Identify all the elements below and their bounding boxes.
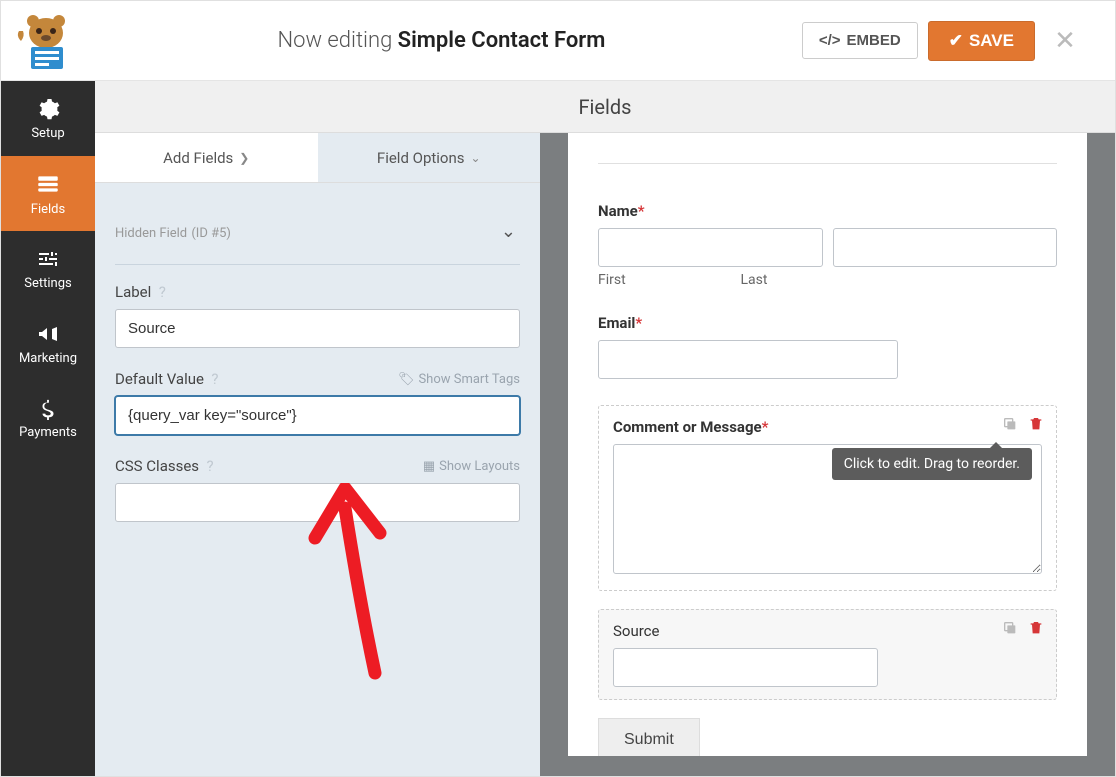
preview-field-source[interactable]: Source (598, 609, 1057, 700)
field-heading[interactable]: Hidden Field (ID #5) ⌄ (115, 203, 520, 265)
tab-add-fields[interactable]: Add Fields❯ (95, 133, 318, 182)
tag-icon: 🏷 (398, 372, 415, 387)
sidebar-item-label: Settings (24, 276, 71, 291)
embed-button[interactable]: </> EMBED (802, 22, 918, 59)
chevron-down-icon: ⌄ (471, 151, 481, 165)
sidebar-item-setup[interactable]: Setup (1, 81, 95, 156)
sidebar-item-label: Payments (19, 425, 77, 440)
preview-field-comment[interactable]: Comment or Message* Click to edit. Drag … (598, 405, 1057, 591)
form-icon (35, 171, 61, 197)
first-sublabel: First (598, 272, 731, 288)
tab-field-options[interactable]: Field Options⌄ (318, 133, 541, 182)
last-sublabel: Last (741, 272, 874, 288)
help-icon[interactable]: ? (207, 457, 214, 475)
preview-field-email[interactable]: Email* (598, 314, 1057, 379)
default-value-label: Default Value (115, 370, 204, 388)
chevron-down-icon: ⌄ (501, 221, 516, 242)
trash-icon[interactable] (1028, 416, 1044, 432)
checkmark-icon: ✔ (949, 31, 963, 51)
panel-title: Fields (95, 81, 1115, 133)
help-icon[interactable]: ? (159, 283, 166, 301)
sidebar-item-label: Fields (31, 202, 65, 217)
email-input[interactable] (598, 340, 898, 379)
css-classes-input[interactable] (115, 483, 520, 522)
show-layouts-link[interactable]: ▦ Show Layouts (423, 457, 520, 475)
editing-title: Now editing Simple Contact Form (81, 28, 802, 53)
show-smart-tags-link[interactable]: 🏷 Show Smart Tags (398, 370, 520, 388)
code-icon: </> (819, 32, 841, 49)
top-bar: Now editing Simple Contact Form </> EMBE… (1, 1, 1115, 81)
save-button[interactable]: ✔ SAVE (928, 21, 1035, 61)
dollar-icon (37, 398, 59, 420)
default-value-input[interactable] (115, 396, 520, 435)
sidebar-item-marketing[interactable]: Marketing (1, 306, 95, 381)
preview-field-name[interactable]: Name* First Last (598, 202, 1057, 288)
gear-icon (36, 97, 60, 121)
reorder-tooltip: Click to edit. Drag to reorder. (832, 448, 1032, 480)
sidebar-item-settings[interactable]: Settings (1, 231, 95, 306)
app-logo (11, 11, 81, 71)
grid-icon: ▦ (423, 459, 435, 474)
bullhorn-icon (36, 322, 60, 346)
label-label: Label (115, 283, 151, 301)
css-classes-label: CSS Classes (115, 457, 199, 475)
trash-icon[interactable] (1028, 620, 1044, 636)
duplicate-icon[interactable] (1002, 620, 1018, 636)
source-input[interactable] (613, 648, 878, 687)
sidebar: Setup Fields Settings Marketing Payments (1, 81, 95, 776)
sidebar-item-payments[interactable]: Payments (1, 381, 95, 456)
last-name-input[interactable] (833, 228, 1058, 267)
sidebar-item-fields[interactable]: Fields (1, 156, 95, 231)
chevron-right-icon: ❯ (239, 151, 249, 165)
first-name-input[interactable] (598, 228, 823, 267)
sidebar-item-label: Setup (31, 126, 64, 141)
preview-panel: Name* First Last Email* (540, 133, 1115, 776)
close-icon: ✕ (1054, 26, 1076, 56)
duplicate-icon[interactable] (1002, 416, 1018, 432)
close-button[interactable]: ✕ (1035, 26, 1095, 56)
help-icon[interactable]: ? (211, 370, 218, 388)
sliders-icon (36, 247, 60, 271)
submit-button[interactable]: Submit (598, 718, 700, 756)
label-input[interactable] (115, 309, 520, 348)
left-panel: Add Fields❯ Field Options⌄ Hidden Field … (95, 133, 540, 776)
sidebar-item-label: Marketing (19, 351, 77, 366)
